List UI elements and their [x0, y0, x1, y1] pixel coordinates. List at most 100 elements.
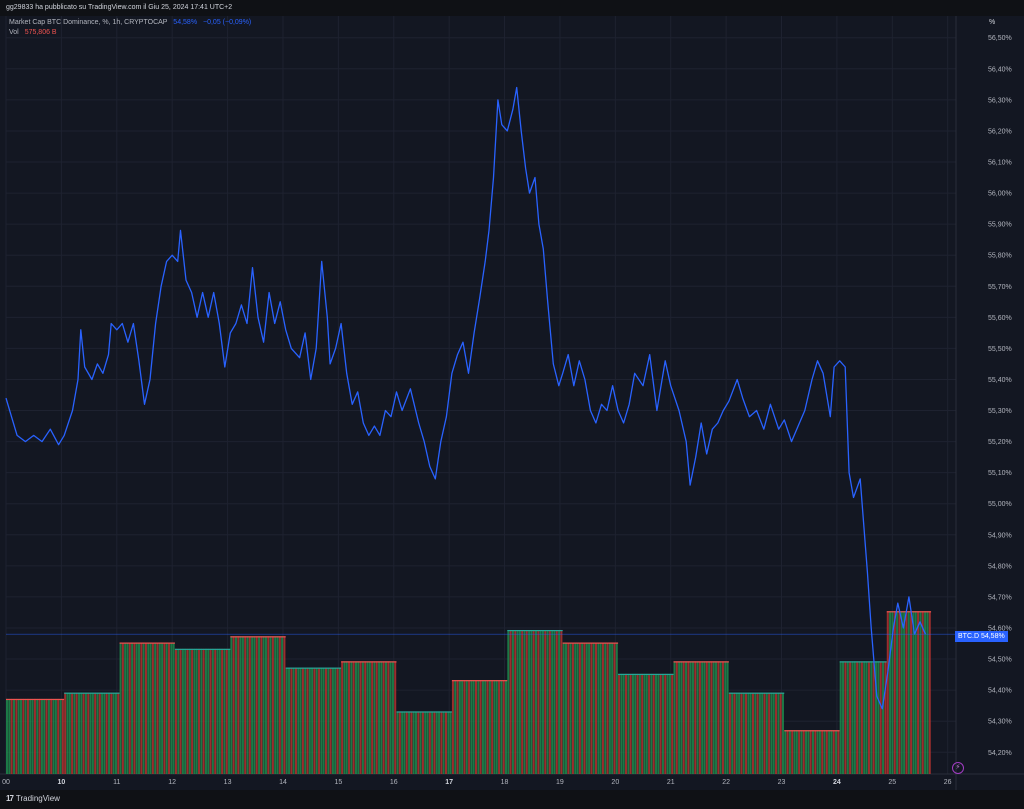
volume-bar — [523, 629, 526, 774]
price-axis-unit: % — [989, 19, 996, 26]
volume-bar — [595, 642, 598, 774]
volume-bar — [66, 692, 69, 774]
volume-bar — [484, 680, 487, 774]
volume-bar — [578, 642, 581, 774]
volume-bar — [865, 661, 868, 774]
volume-bar — [535, 629, 538, 774]
volume-bar — [292, 667, 295, 774]
volume-bar — [364, 661, 367, 774]
volume-bar — [634, 673, 637, 774]
volume-bar — [308, 667, 311, 774]
volume-bar — [835, 730, 838, 774]
volume-bar — [581, 642, 584, 774]
y-tick-label: 55,50% — [988, 346, 1012, 353]
volume-bar — [860, 661, 863, 774]
series-legend[interactable]: Market Cap BTC Dominance, %, 1h, CRYPTOC… — [9, 19, 251, 26]
volume-bar — [299, 667, 302, 774]
volume-bar — [500, 680, 503, 774]
volume-bar — [763, 692, 766, 774]
tradingview-logo-text: TradingView — [15, 794, 60, 803]
volume-bar — [694, 661, 697, 774]
volume-bar — [910, 611, 913, 774]
volume-bar — [278, 636, 281, 774]
volume-bar — [761, 692, 764, 774]
volume-bar — [161, 642, 164, 774]
chart-area[interactable]: 56,50% 56,40% 56,30% 56,20% 56,10% 56,00% 55,9… — [0, 16, 1024, 790]
volume-bar — [10, 698, 13, 774]
volume-label: Vol — [9, 29, 19, 36]
volume-bar — [241, 636, 244, 774]
volume-bar — [795, 730, 798, 774]
volume-bar — [251, 636, 254, 774]
volume-bar — [103, 692, 106, 774]
volume-bar — [548, 629, 551, 774]
volume-bar — [842, 661, 845, 774]
volume-bar — [98, 692, 101, 774]
volume-bar — [921, 611, 924, 774]
volume-bar — [135, 642, 138, 774]
volume-bar — [507, 629, 510, 774]
footer-bar — [0, 790, 1024, 809]
volume-bar — [260, 636, 263, 774]
volume-period-cap — [507, 629, 563, 632]
volume-bar — [17, 698, 20, 774]
price-badge-value: 54,58% — [980, 633, 1005, 640]
volume-bar — [94, 692, 97, 774]
volume-legend[interactable]: Vol 575,806 B — [9, 29, 57, 36]
volume-bar — [301, 667, 304, 774]
volume-period — [174, 648, 231, 774]
volume-bar — [618, 673, 621, 774]
volume-bar — [604, 642, 607, 774]
volume-bar — [698, 661, 701, 774]
volume-bar — [214, 648, 217, 774]
y-tick-label: 56,20% — [988, 128, 1012, 135]
volume-period-cap — [119, 642, 175, 644]
volume-bar — [724, 661, 727, 774]
volume-period-cap — [396, 711, 452, 713]
volume-bar — [917, 611, 920, 774]
volume-bar — [914, 611, 917, 774]
volume-bar — [174, 648, 177, 774]
volume-bar — [444, 711, 448, 774]
volume-bar — [361, 661, 364, 774]
volume-bar — [19, 698, 22, 774]
volume-period — [119, 642, 175, 774]
volume-bar — [601, 642, 604, 774]
volume-bar — [615, 642, 618, 774]
volume-bar — [412, 711, 415, 774]
series-title: Market Cap BTC Dominance, %, 1h, CRYPTOC… — [9, 19, 168, 26]
volume-bar — [643, 673, 646, 774]
volume-bar — [47, 698, 50, 774]
volume-bar — [853, 661, 856, 774]
volume-period-cap — [673, 661, 729, 663]
volume-bar — [900, 611, 903, 774]
x-tick-label: 17 — [445, 779, 453, 786]
volume-bar — [68, 692, 71, 774]
volume-period-cap — [285, 667, 342, 669]
volume-bar — [821, 730, 824, 774]
x-tick-label: 21 — [667, 779, 675, 786]
volume-bar — [442, 711, 445, 774]
volume-bar — [638, 673, 641, 774]
volume-bar — [846, 661, 849, 774]
y-tick-label: 55,10% — [988, 470, 1012, 477]
volume-bar — [588, 642, 591, 774]
tradingview-logo[interactable]: 17 TradingView — [6, 793, 60, 805]
volume-bar — [149, 642, 152, 774]
volume-bar — [715, 661, 718, 774]
volume-bar — [389, 661, 392, 774]
volume-bar — [431, 711, 434, 774]
volume-bar — [40, 698, 43, 774]
volume-bar — [334, 667, 337, 774]
lightning-bolt-icon[interactable]: ⚡ — [952, 762, 964, 774]
volume-bar — [405, 711, 408, 774]
volume-bar — [128, 642, 131, 774]
volume-bar — [119, 642, 122, 774]
volume-bar — [267, 636, 270, 774]
x-tick-label: 11 — [113, 779, 120, 786]
volume-bar — [458, 680, 461, 774]
volume-bar — [772, 692, 775, 774]
volume-bar — [551, 629, 554, 774]
volume-bar — [495, 680, 498, 774]
volume-bar — [232, 636, 235, 774]
